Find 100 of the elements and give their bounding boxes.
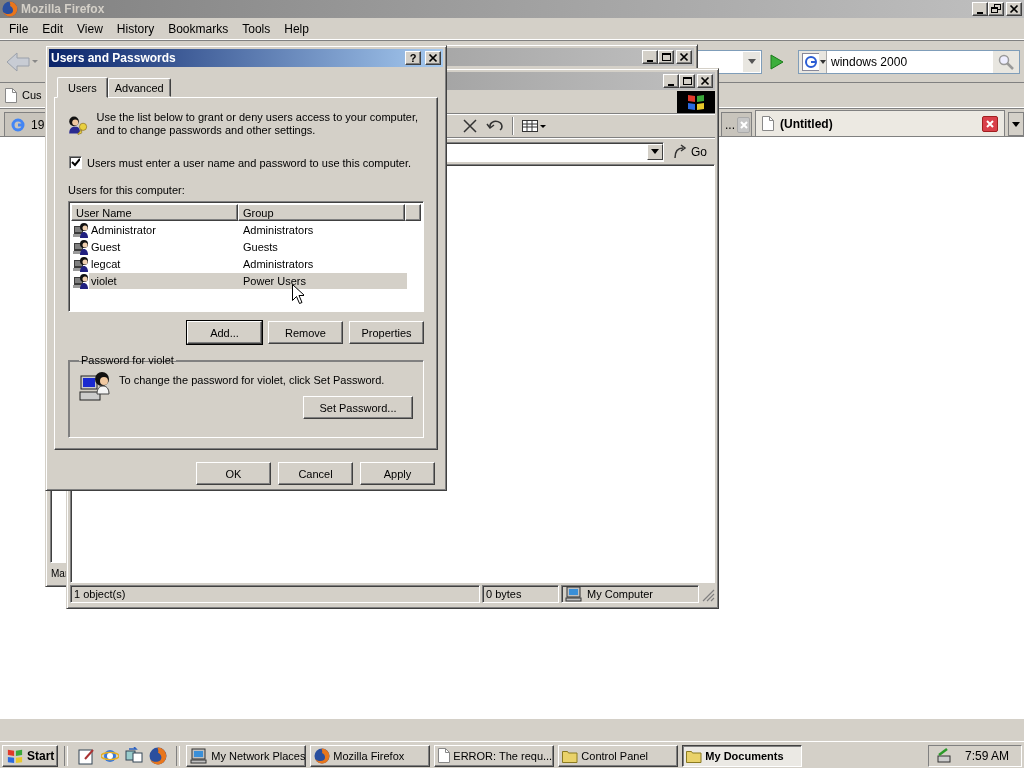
- help-button[interactable]: ?: [405, 51, 421, 65]
- user-name: legcat: [90, 257, 122, 270]
- user-group: Administrators: [239, 223, 407, 236]
- checkbox-label: Users must enter a user name and password to use this computer.: [87, 156, 412, 169]
- window-title: Mozilla Firefox: [21, 2, 105, 16]
- menu-item[interactable]: History: [109, 19, 162, 38]
- taskbar-button[interactable]: Mozilla Firefox: [310, 744, 431, 767]
- user-icon: [73, 255, 89, 272]
- network-icon[interactable]: [935, 746, 953, 765]
- restore-button[interactable]: [988, 2, 1004, 16]
- list-button[interactable]: Remove: [268, 321, 343, 345]
- go-button[interactable]: Go: [668, 140, 711, 163]
- views-icon[interactable]: [522, 118, 546, 134]
- caret-icon: [1012, 121, 1020, 127]
- column-header[interactable]: User Name: [71, 204, 238, 221]
- user-icon: [73, 221, 89, 238]
- close-icon: [1009, 4, 1019, 14]
- dialog-button[interactable]: Cancel: [278, 462, 353, 485]
- sync-icon[interactable]: [125, 746, 144, 765]
- minimize-button[interactable]: [972, 2, 988, 16]
- column-header[interactable]: Group: [238, 204, 406, 221]
- maximize-icon: [682, 76, 692, 86]
- close-icon: [679, 52, 689, 62]
- browser-tab[interactable]: (Untitled): [755, 110, 1005, 136]
- user-group: Administrators: [239, 257, 407, 270]
- minimize-icon: [647, 59, 653, 62]
- folder-icon: [562, 748, 579, 763]
- intro-text: Use the list below to grant or deny users access to your computer, and to change passwords and other settings.: [96, 110, 420, 137]
- user-name: violet: [90, 274, 118, 287]
- menu-item[interactable]: Bookmarks: [161, 19, 236, 38]
- folder-icon: [686, 748, 703, 763]
- user-row[interactable]: legcat Administrators: [89, 255, 407, 272]
- clock: 7:59 AM: [965, 748, 1010, 763]
- cursor-icon: [292, 284, 304, 304]
- close-button[interactable]: [697, 74, 713, 88]
- taskbar-button[interactable]: My Network Places: [186, 744, 307, 767]
- tab-list-button[interactable]: [1008, 112, 1024, 136]
- user-row[interactable]: violet Power Users: [89, 272, 407, 289]
- google-icon: [11, 117, 25, 132]
- close-button[interactable]: [425, 51, 441, 65]
- search-field[interactable]: windows 2000: [798, 49, 1020, 74]
- close-icon: [739, 120, 748, 129]
- taskbar-button[interactable]: Control Panel: [558, 744, 679, 767]
- notepad-icon[interactable]: [77, 746, 96, 765]
- close-icon: [428, 53, 438, 63]
- dialog-title: Users and Passwords: [51, 51, 176, 65]
- windows-logo-icon: [6, 747, 24, 764]
- group-legend: Password for violet: [79, 354, 176, 367]
- firefox-logo-icon: [2, 1, 18, 17]
- menu-item[interactable]: File: [2, 19, 36, 38]
- minimize-button[interactable]: [642, 50, 658, 64]
- minimize-icon: [977, 11, 983, 14]
- close-button[interactable]: [1006, 2, 1022, 16]
- minimize-icon: [668, 83, 674, 86]
- dialog-button[interactable]: Apply: [360, 462, 435, 485]
- go-arrow-icon: [672, 143, 688, 160]
- dropdown-icon[interactable]: [647, 143, 663, 160]
- maximize-button[interactable]: [679, 74, 695, 88]
- restore-icon: [991, 4, 1001, 14]
- list-button[interactable]: Add...: [187, 321, 262, 345]
- user-icon: [73, 238, 89, 255]
- menu-item[interactable]: Help: [277, 19, 316, 38]
- start-button[interactable]: Start: [2, 744, 59, 767]
- delete-icon[interactable]: [462, 118, 478, 134]
- list-label: Users for this computer:: [68, 184, 186, 196]
- maximize-button[interactable]: [658, 50, 674, 64]
- windows-logo-icon: [677, 90, 715, 113]
- menu-item[interactable]: View: [70, 19, 110, 38]
- browser-tab[interactable]: ...: [721, 112, 752, 136]
- tab-close-button[interactable]: [982, 115, 998, 132]
- user-row[interactable]: Guest Guests: [89, 238, 407, 255]
- checkbox[interactable]: [69, 156, 82, 169]
- firefox-icon: [314, 747, 331, 764]
- undo-icon[interactable]: [486, 118, 504, 134]
- dialog-button[interactable]: OK: [196, 462, 271, 485]
- taskbar-button[interactable]: ERROR: The requ...: [434, 744, 555, 767]
- firefox-icon: [149, 746, 168, 765]
- tab[interactable]: Users: [57, 77, 108, 98]
- search-engine-icon[interactable]: [799, 50, 827, 73]
- user-row[interactable]: Administrator Administrators: [89, 221, 407, 238]
- computer-icon: [565, 586, 583, 602]
- user-name: Administrator: [90, 223, 157, 236]
- menu-item[interactable]: Edit: [35, 19, 71, 38]
- page-icon: [5, 87, 17, 103]
- list-button[interactable]: Properties: [349, 321, 424, 345]
- password-hint: To change the password for violet, click Set Password.: [119, 373, 385, 387]
- close-icon: [700, 76, 710, 86]
- minimize-button[interactable]: [663, 74, 679, 88]
- menu-item[interactable]: Tools: [235, 19, 278, 38]
- close-button[interactable]: [676, 50, 692, 64]
- maximize-icon: [661, 52, 671, 62]
- set-password-button[interactable]: Set Password...: [303, 396, 413, 420]
- user-group: Guests: [239, 240, 407, 253]
- dropdown-icon[interactable]: [743, 51, 760, 72]
- user-name: Guest: [90, 240, 122, 253]
- tab[interactable]: Advanced: [107, 78, 171, 97]
- zone-label: My Computer: [587, 588, 654, 600]
- close-icon: [986, 119, 994, 128]
- taskbar-button[interactable]: My Documents: [682, 744, 803, 767]
- bookmark-item[interactable]: Cus: [2, 85, 45, 105]
